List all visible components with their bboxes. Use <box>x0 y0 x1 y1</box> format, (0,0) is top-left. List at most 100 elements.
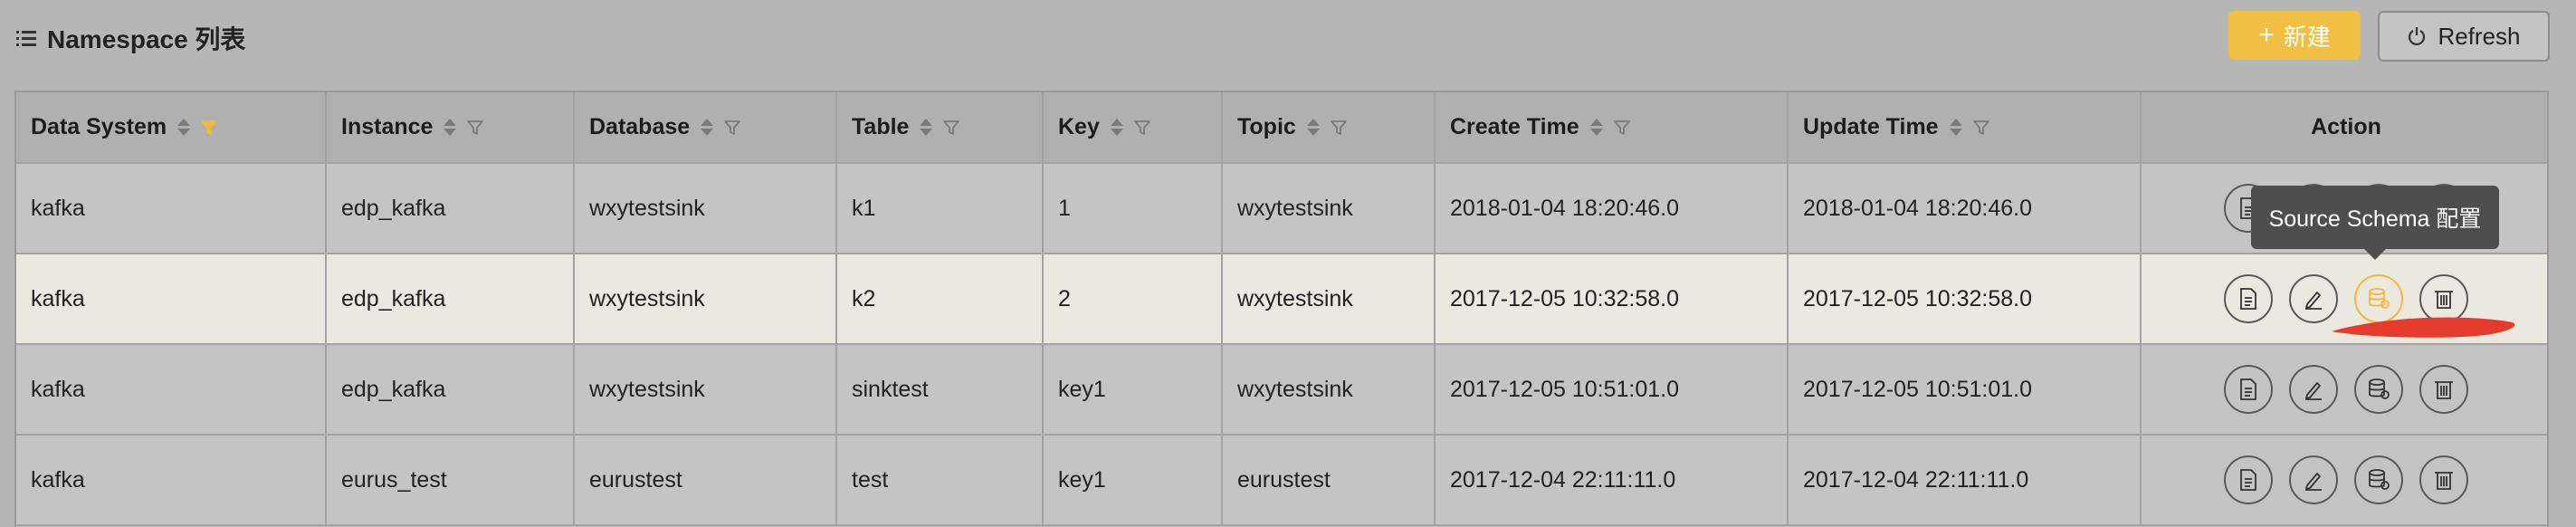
column-header[interactable]: Action <box>2141 92 2547 164</box>
database-schema-button[interactable] <box>2354 365 2403 414</box>
sort-icon[interactable] <box>1110 119 1123 136</box>
plus-icon: + <box>2258 20 2275 50</box>
sort-icon[interactable] <box>444 119 457 136</box>
column-header-label: Data System <box>31 114 167 139</box>
column-header[interactable]: Create Time <box>1435 92 1789 164</box>
delete-icon <box>2433 378 2455 400</box>
edit-icon <box>2303 378 2324 400</box>
sort-icon[interactable] <box>701 119 714 136</box>
action-tooltip: Source Schema 配置 <box>2251 186 2499 249</box>
column-header[interactable]: Data System <box>16 92 327 164</box>
edit-button[interactable] <box>2289 365 2338 414</box>
table-cell: k1 <box>836 163 1044 254</box>
table-cell: kafka <box>16 344 327 436</box>
table-row: kafka edp_kafka wxytestsink k2 2 wxytestsink 2… <box>16 254 2547 345</box>
delete-button[interactable] <box>2419 455 2468 504</box>
table-cell: wxytestsink <box>1222 344 1436 436</box>
filter-icon[interactable] <box>467 120 484 136</box>
table-cell: 2018-01-04 18:20:46.0 <box>1435 163 1789 254</box>
refresh-button-label: Refresh <box>2438 22 2521 50</box>
table-cell: wxytestsink <box>1222 254 1436 345</box>
table-body: kafka edp_kafka wxytestsink k1 1 wxytestsink 2… <box>16 163 2547 526</box>
document-icon <box>2238 378 2258 400</box>
filter-icon[interactable] <box>1133 120 1150 136</box>
sort-icon[interactable] <box>1306 119 1320 136</box>
table-cell: eurus_test <box>326 435 575 526</box>
delete-icon <box>2433 288 2455 310</box>
document-icon <box>2238 288 2258 310</box>
list-icon <box>16 31 36 46</box>
sort-icon[interactable] <box>1589 119 1603 136</box>
filter-icon[interactable] <box>943 120 960 136</box>
new-button[interactable]: + 新建 <box>2228 11 2361 60</box>
column-header-label: Action <box>2311 114 2381 139</box>
table-cell: 2017-12-05 10:32:58.0 <box>1788 254 2142 345</box>
sort-icon[interactable] <box>1949 119 1962 136</box>
page-title-text: Namespace 列表 <box>47 25 246 53</box>
table-header-row: Data System Instance Database Table Key Topic… <box>16 92 2547 164</box>
filter-icon[interactable] <box>724 120 741 136</box>
table-cell: kafka <box>16 435 327 526</box>
table-cell: test <box>836 435 1044 526</box>
table-cell: 2018-01-04 18:20:46.0 <box>1788 163 2142 254</box>
column-header-label: Create Time <box>1450 114 1579 139</box>
column-header-label: Key <box>1058 114 1100 139</box>
filter-icon[interactable] <box>1330 120 1347 136</box>
document-icon <box>2238 469 2258 491</box>
page-title: Namespace 列表 <box>16 18 245 58</box>
database-schema-icon <box>2367 378 2390 400</box>
table-cell: 2017-12-05 10:51:01.0 <box>1435 344 1789 436</box>
table-cell: key1 <box>1043 344 1223 436</box>
table-cell: k2 <box>836 254 1044 345</box>
database-schema-icon <box>2367 469 2390 491</box>
power-icon <box>2409 27 2426 46</box>
table-cell: eurustest <box>574 435 837 526</box>
table-cell: eurustest <box>1222 435 1436 526</box>
table-cell: edp_kafka <box>326 254 575 345</box>
table-row: kafka eurus_test eurustest test key1 eurustes… <box>16 435 2547 526</box>
column-header[interactable]: Update Time <box>1788 92 2142 164</box>
namespace-table: Data System Instance Database Table Key Topic… <box>14 91 2549 527</box>
filter-icon[interactable] <box>1972 120 1989 136</box>
edit-icon <box>2303 288 2324 310</box>
edit-button[interactable] <box>2289 455 2338 504</box>
table-cell: wxytestsink <box>574 254 837 345</box>
filter-icon[interactable] <box>1613 120 1630 136</box>
tooltip-arrow <box>2364 249 2386 260</box>
table-cell: 2017-12-05 10:32:58.0 <box>1435 254 1789 345</box>
table-cell: 1 <box>1043 163 1223 254</box>
column-header[interactable]: Key <box>1043 92 1223 164</box>
refresh-button[interactable]: Refresh <box>2378 11 2550 62</box>
page-header: Namespace 列表 + 新建 Refresh <box>0 0 2576 74</box>
column-header-label: Update Time <box>1803 114 1939 139</box>
red-annotation-mark <box>2332 317 2515 338</box>
filter-icon[interactable] <box>201 120 217 136</box>
document-button[interactable] <box>2224 365 2273 414</box>
table-row: kafka edp_kafka wxytestsink k1 1 wxytestsink 2… <box>16 163 2547 254</box>
column-header-label: Database <box>589 114 691 139</box>
column-header[interactable]: Table <box>836 92 1044 164</box>
delete-icon <box>2433 469 2455 491</box>
sort-icon[interactable] <box>177 119 191 136</box>
table-cell: wxytestsink <box>574 163 837 254</box>
delete-button[interactable] <box>2419 365 2468 414</box>
table-cell: sinktest <box>836 344 1044 436</box>
table-cell: edp_kafka <box>326 344 575 436</box>
table-cell: kafka <box>16 163 327 254</box>
table-row: kafka edp_kafka wxytestsink sinktest key1 wxy… <box>16 344 2547 436</box>
tooltip-text: Source Schema 配置 <box>2268 206 2482 232</box>
database-schema-button[interactable] <box>2354 455 2403 504</box>
column-header[interactable]: Database <box>574 92 837 164</box>
document-button[interactable] <box>2224 274 2273 323</box>
document-button[interactable] <box>2224 455 2273 504</box>
column-header-label: Topic <box>1237 114 1296 139</box>
table-cell: 2017-12-05 10:51:01.0 <box>1788 344 2142 436</box>
column-header[interactable]: Topic <box>1222 92 1436 164</box>
table-cell: edp_kafka <box>326 163 575 254</box>
table-cell: 2017-12-04 22:11:11.0 <box>1435 435 1789 526</box>
table-cell: wxytestsink <box>1222 163 1436 254</box>
column-header[interactable]: Instance <box>326 92 575 164</box>
table-cell: wxytestsink <box>574 344 837 436</box>
action-cell <box>2141 435 2547 526</box>
sort-icon[interactable] <box>920 119 933 136</box>
